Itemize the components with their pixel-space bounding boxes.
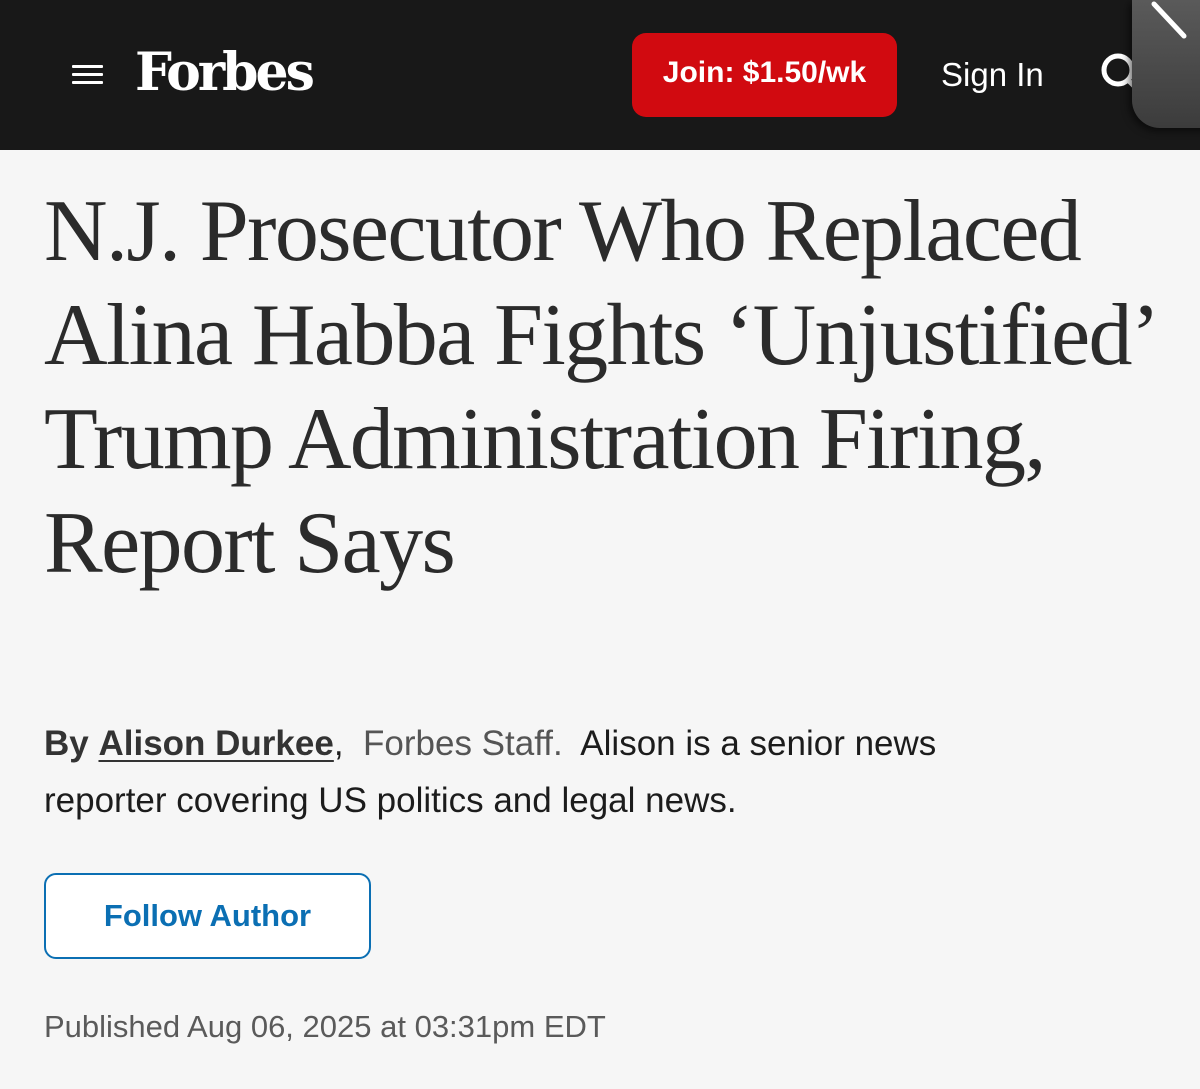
author-role: Forbes Staff.: [363, 724, 563, 763]
published-timestamp: Published Aug 06, 2025 at 03:31pm EDT: [44, 1009, 606, 1044]
sign-in-link[interactable]: Sign In: [941, 48, 1044, 102]
top-navigation-bar: Forbes Join: $1.50/wk Sign In: [0, 0, 1200, 150]
byline-comma: ,: [333, 724, 344, 763]
forbes-logo[interactable]: Forbes: [135, 38, 315, 108]
window-corner-handle: [1132, 0, 1200, 128]
author-byline: By Alison Durkee, Forbes Staff. Alison i…: [44, 715, 1044, 829]
byline-prefix: By: [44, 724, 89, 763]
hamburger-menu-icon[interactable]: [72, 62, 103, 86]
article-headline: N.J. Prosecutor Who Replaced Alina Habba…: [44, 183, 1154, 592]
author-name-link[interactable]: Alison Durkee: [98, 724, 333, 763]
follow-author-button[interactable]: Follow Author: [44, 873, 371, 959]
join-subscription-button[interactable]: Join: $1.50/wk: [632, 33, 897, 117]
